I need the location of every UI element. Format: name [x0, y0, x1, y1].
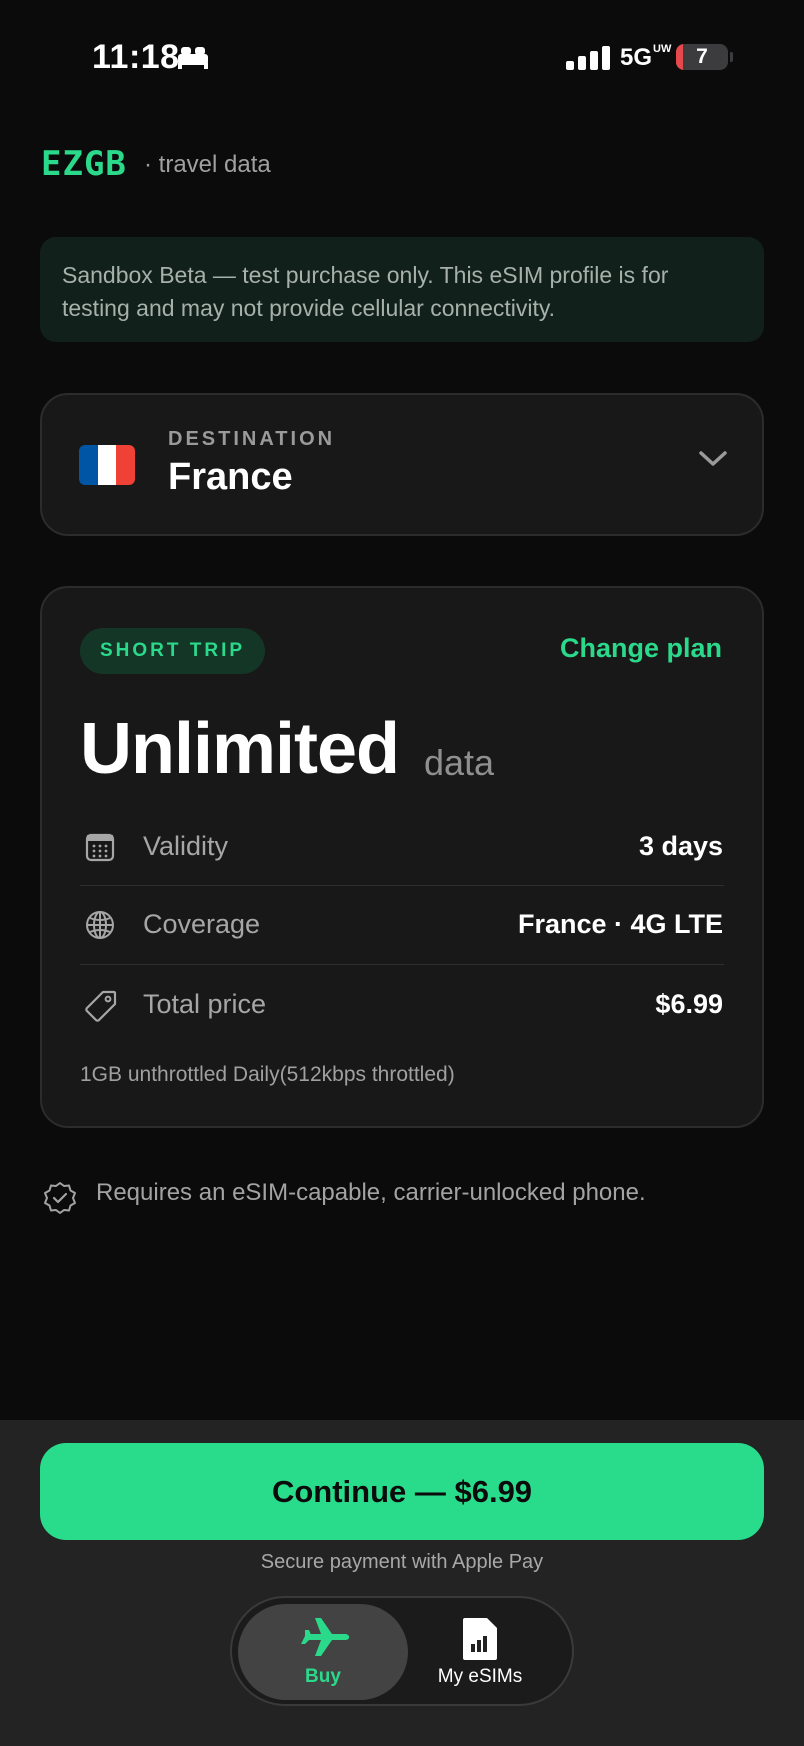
- bed-icon: [178, 47, 208, 69]
- destination-label: DESTINATION: [168, 428, 336, 450]
- chevron-down-icon[interactable]: [696, 448, 730, 470]
- battery-level: 7: [696, 45, 708, 68]
- destination-value: France: [168, 456, 293, 498]
- row-divider: [80, 964, 724, 965]
- sandbox-notice: Sandbox Beta — test purchase only. This …: [40, 237, 764, 342]
- tab-buy-label[interactable]: Buy: [238, 1666, 408, 1688]
- brand-logo: EZGB: [41, 144, 127, 184]
- total-price-label: Total price: [143, 989, 267, 1019]
- total-price-value: $6.99: [655, 989, 723, 1019]
- plan-fine-print: 1GB unthrottled Daily(512kbps throttled): [80, 1063, 455, 1086]
- coverage-value: France · 4G LTE: [517, 909, 723, 939]
- plan-data-unit: data: [424, 742, 495, 783]
- flag-stripe: [79, 445, 98, 485]
- status-time: 11:18: [92, 38, 180, 76]
- tag-icon: [85, 990, 117, 1022]
- row-divider: [80, 885, 724, 886]
- verified-badge-icon: [44, 1182, 76, 1214]
- validity-label: Validity: [143, 831, 229, 861]
- change-plan-link[interactable]: Change plan: [560, 633, 722, 664]
- coverage-label: Coverage: [143, 909, 261, 939]
- signal-icon: [566, 46, 610, 70]
- globe-icon: [86, 911, 114, 939]
- flag-stripe: [97, 445, 117, 485]
- france-flag-icon: [79, 445, 135, 485]
- calendar-icon: [85, 833, 115, 862]
- continue-button[interactable]: Continue — $6.99: [40, 1443, 764, 1540]
- battery-tip: [730, 52, 733, 62]
- flag-stripe: [116, 445, 135, 485]
- destination-selector[interactable]: [40, 393, 764, 536]
- network-indicator: 5GUW: [620, 43, 672, 72]
- brand-tagline: · travel data: [144, 151, 271, 178]
- battery-icon: 7: [676, 44, 728, 70]
- tab-my-esims-label[interactable]: My eSIMs: [420, 1666, 540, 1688]
- airplane-icon: [301, 1618, 350, 1656]
- secure-payment-note: Secure payment with Apple Pay: [260, 1551, 544, 1573]
- validity-value: 3 days: [638, 831, 723, 861]
- plan-badge: SHORT TRIP: [80, 628, 266, 674]
- sim-card-icon[interactable]: [461, 1616, 499, 1662]
- plan-data-amount: Unlimited: [80, 709, 400, 789]
- requirement-note: Requires an eSIM-capable, carrier-unlock…: [96, 1179, 646, 1206]
